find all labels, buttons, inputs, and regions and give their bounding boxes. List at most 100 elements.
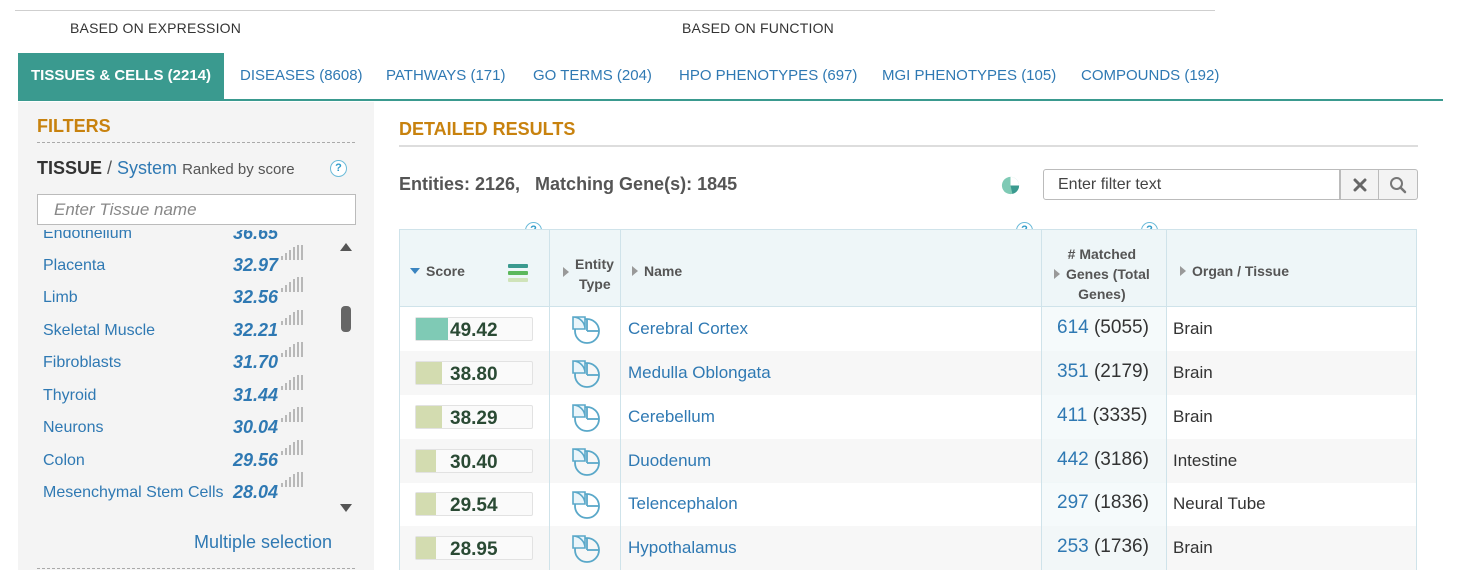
search-button[interactable] bbox=[1379, 169, 1418, 200]
score-bar: 49.42 bbox=[415, 317, 533, 341]
ranked-label: Ranked by score bbox=[182, 161, 295, 178]
table-row[interactable]: 30.40 Duodenum 442 (3186) Intestine bbox=[400, 439, 1416, 483]
tissue-name: Placenta bbox=[43, 257, 106, 274]
score-bar: 28.95 bbox=[415, 536, 533, 560]
sort-icon bbox=[632, 266, 638, 276]
entity-type-icon[interactable] bbox=[570, 357, 602, 389]
entity-name-link[interactable]: Duodenum bbox=[628, 451, 711, 471]
tissue-label[interactable]: TISSUE bbox=[37, 158, 102, 178]
tab-hpo-phenotypes[interactable]: HPO PHENOTYPES (697) bbox=[679, 53, 857, 99]
entity-name-link[interactable]: Cerebral Cortex bbox=[628, 319, 748, 339]
filters-divider bbox=[37, 142, 355, 143]
system-link[interactable]: System bbox=[117, 158, 177, 178]
pie-chart-icon[interactable] bbox=[1000, 175, 1021, 196]
score-value: 29.54 bbox=[450, 495, 498, 516]
entity-type-icon[interactable] bbox=[570, 532, 602, 564]
score-value: 49.42 bbox=[450, 320, 498, 341]
section-header-function: BASED ON FUNCTION bbox=[674, 20, 842, 36]
tissue-name: Thyroid bbox=[43, 387, 97, 404]
entity-type-icon[interactable] bbox=[570, 401, 602, 433]
tissue-name: Endothelium bbox=[43, 230, 132, 242]
table-row[interactable]: 38.29 Cerebellum 411 (3335) Brain bbox=[400, 395, 1416, 439]
score-value: 38.29 bbox=[450, 408, 498, 429]
scroll-up-icon[interactable] bbox=[340, 243, 352, 251]
sort-icon bbox=[1180, 266, 1186, 276]
entity-type-icon[interactable] bbox=[570, 488, 602, 520]
tissue-name: Neurons bbox=[43, 419, 104, 436]
matched-genes[interactable]: 297 (1836) bbox=[1057, 492, 1149, 514]
scrollbar-thumb[interactable] bbox=[341, 306, 351, 332]
category-tabs: TISSUES & CELLS (2214) DISEASES (8608) P… bbox=[18, 53, 1443, 101]
results-counts: Entities: 2126, Matching Gene(s): 1845 bbox=[399, 174, 738, 194]
tab-tissues-cells[interactable]: TISSUES & CELLS (2214) bbox=[18, 53, 225, 99]
score-value: 28.95 bbox=[450, 539, 498, 560]
entity-name-link[interactable]: Hypothalamus bbox=[628, 538, 737, 558]
clear-filter-button[interactable] bbox=[1340, 169, 1379, 200]
table-row[interactable]: 29.54 Telencephalon 297 (1836) Neural Tube bbox=[400, 482, 1416, 526]
score-fill bbox=[416, 318, 448, 340]
score-value: 30.40 bbox=[450, 452, 498, 473]
tab-compounds[interactable]: COMPOUNDS (192) bbox=[1081, 53, 1219, 99]
list-item[interactable]: Limb 32.56 bbox=[37, 277, 337, 316]
multiple-selection-link[interactable]: Multiple selection bbox=[194, 532, 332, 553]
list-item[interactable]: Thyroid 31.44 bbox=[37, 375, 337, 414]
sort-desc-icon bbox=[410, 268, 420, 274]
tissue-name: Colon bbox=[43, 452, 85, 469]
organ-tissue: Brain bbox=[1173, 538, 1213, 557]
matched-genes[interactable]: 614 (5055) bbox=[1057, 317, 1149, 339]
tab-go-terms[interactable]: GO TERMS (204) bbox=[533, 53, 652, 99]
tissue-score: 31.70 bbox=[233, 352, 279, 372]
tissue-list: Endothelium 36.65 Placenta 32.97 Limb 32… bbox=[37, 230, 337, 520]
list-item[interactable]: Skeletal Muscle 32.21 bbox=[37, 310, 337, 349]
tab-diseases[interactable]: DISEASES (8608) bbox=[240, 53, 363, 99]
section-gap bbox=[271, 28, 285, 29]
detailed-results-title: DETAILED RESULTS bbox=[399, 119, 576, 139]
score-bar: 38.80 bbox=[415, 361, 533, 385]
score-fill bbox=[416, 493, 436, 515]
score-fill bbox=[416, 450, 436, 472]
organ-tissue: Brain bbox=[1173, 363, 1213, 382]
list-item[interactable]: Fibroblasts 31.70 bbox=[37, 342, 337, 381]
scroll-down-icon[interactable] bbox=[340, 504, 352, 512]
list-item[interactable]: Endothelium 36.65 bbox=[37, 230, 337, 252]
score-fill bbox=[416, 362, 442, 384]
tissue-score: 32.56 bbox=[233, 287, 279, 307]
matched-genes[interactable]: 442 (3186) bbox=[1057, 449, 1149, 471]
score-fill bbox=[416, 406, 442, 428]
tissue-score: 32.21 bbox=[233, 320, 279, 340]
organ-tissue: Neural Tube bbox=[1173, 494, 1266, 513]
search-icon bbox=[1390, 177, 1407, 194]
list-item[interactable]: Neurons 30.04 bbox=[37, 407, 337, 446]
list-item[interactable]: Mesenchymal Stem Cells 28.04 bbox=[37, 472, 337, 511]
list-item[interactable]: Placenta 32.97 bbox=[37, 245, 337, 284]
table-row[interactable]: 38.80 Medulla Oblongata 351 (2179) Brain bbox=[400, 351, 1416, 395]
entity-name-link[interactable]: Cerebellum bbox=[628, 407, 715, 427]
help-icon[interactable]: ? bbox=[330, 160, 347, 177]
clear-icon bbox=[1353, 178, 1366, 192]
filters-bottom-divider bbox=[37, 568, 355, 569]
filter-text-input[interactable] bbox=[1043, 169, 1340, 200]
sort-icon[interactable] bbox=[507, 262, 529, 284]
tissue-name: Skeletal Muscle bbox=[43, 322, 156, 339]
entity-type-icon[interactable] bbox=[570, 445, 602, 477]
filters-title: FILTERS bbox=[37, 116, 111, 136]
matched-genes[interactable]: 411 (3335) bbox=[1057, 405, 1148, 427]
tissue-search-input[interactable] bbox=[37, 194, 356, 225]
list-item[interactable]: Colon 29.56 bbox=[37, 440, 337, 479]
tissue-score: 30.04 bbox=[233, 417, 279, 437]
tissue-score: 32.97 bbox=[233, 255, 279, 275]
tab-mgi-phenotypes[interactable]: MGI PHENOTYPES (105) bbox=[882, 53, 1056, 99]
separator: / bbox=[102, 158, 118, 178]
tissue-system-header: TISSUE / System Ranked by score bbox=[37, 158, 295, 179]
entity-name-link[interactable]: Telencephalon bbox=[628, 494, 738, 514]
results-divider bbox=[399, 145, 1418, 147]
tab-pathways[interactable]: PATHWAYS (171) bbox=[386, 53, 505, 99]
table-row[interactable]: 28.95 Hypothalamus 253 (1736) Brain bbox=[400, 526, 1416, 570]
entity-type-icon[interactable] bbox=[570, 313, 602, 345]
table-row[interactable]: 49.42 Cerebral Cortex 614 (5055) Brain bbox=[400, 307, 1416, 351]
table-header: Score Entity Type Name # Matched Genes (… bbox=[400, 229, 1416, 307]
entity-name-link[interactable]: Medulla Oblongata bbox=[628, 363, 771, 383]
matched-genes[interactable]: 253 (1736) bbox=[1057, 536, 1149, 558]
tissue-name: Mesenchymal Stem Cells bbox=[43, 484, 224, 501]
matched-genes[interactable]: 351 (2179) bbox=[1057, 361, 1149, 383]
